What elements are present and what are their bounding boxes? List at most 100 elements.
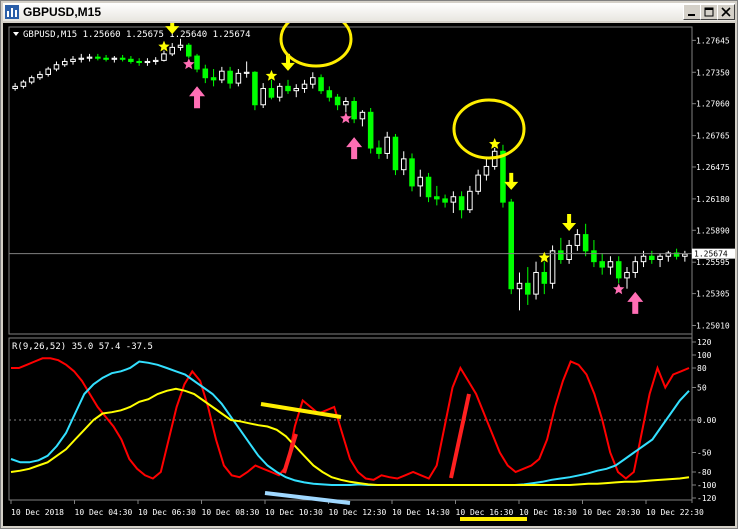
pink-star-icon — [613, 283, 625, 295]
candle-body — [599, 261, 605, 268]
up-arrow-icon — [346, 137, 363, 160]
price-tick-label: 1.25595 — [696, 258, 730, 267]
candle-body — [210, 77, 217, 81]
chart-canvas[interactable]: GBPUSD,M15 1.25660 1.25675 1.25640 1.256… — [3, 23, 735, 526]
indicator-tick-label: 100 — [697, 351, 712, 360]
candle-body — [185, 44, 192, 57]
candle-body — [45, 68, 51, 75]
candle-body — [649, 255, 655, 260]
price-tick-label: 1.26180 — [696, 195, 730, 204]
price-axis-labels: 1.27645 1.27350 1.27060 1.26765 1.26475 1.261… — [692, 36, 730, 331]
indicator-tick-label: 120 — [697, 338, 712, 347]
candle-body — [202, 68, 209, 79]
time-tick-label: 10 Dec 12:30 — [329, 508, 387, 517]
indicator-tick-label: 0.00 — [697, 416, 716, 425]
candle-body — [516, 282, 523, 290]
candle-body — [500, 150, 506, 203]
up-arrow-icon — [189, 86, 206, 109]
candle-body — [53, 64, 60, 70]
candle-body — [28, 77, 35, 83]
chart-window: GBPUSD,M15 GBPUSD,M15 1.25660 1.25675 1.… — [0, 0, 738, 529]
time-tick-label: 10 Dec 16:30 — [456, 508, 514, 517]
annotation-circle-1 — [279, 23, 353, 68]
candle-body — [409, 158, 415, 187]
candle-body — [318, 77, 324, 92]
time-tick-label: 10 Dec 04:30 — [75, 508, 133, 517]
candle-body — [260, 88, 266, 106]
indicator-tick-label: -50 — [697, 449, 712, 458]
candle-body — [252, 71, 258, 106]
candle-body — [582, 234, 589, 252]
candle-body — [400, 158, 407, 171]
indicator-line-cyan — [10, 360, 690, 486]
candle-body — [95, 56, 101, 59]
maximize-icon — [704, 7, 714, 17]
candle-body — [367, 111, 374, 149]
indicator-panel-frame — [8, 337, 693, 501]
candle-body — [359, 111, 366, 120]
annotation-red-stroke-2 — [449, 393, 471, 479]
candle-body — [351, 101, 357, 120]
candle-body — [219, 70, 225, 81]
candle-body — [268, 88, 275, 98]
candle-body — [111, 57, 118, 60]
candle-body — [607, 261, 614, 268]
candle-body — [574, 234, 581, 246]
indicator-axis-labels: 120 100 80 50 0.00 -50 -80 -100 -120 — [9, 338, 716, 503]
candle-body — [334, 96, 341, 106]
indicator-line-red — [11, 357, 690, 481]
price-tick-label: 1.26765 — [696, 132, 730, 141]
indicator-lines — [10, 357, 690, 486]
time-tick-label: 10 Dec 08:30 — [202, 508, 260, 517]
candle-body — [128, 58, 134, 62]
price-tick-label: 1.27645 — [696, 36, 730, 45]
candle-body — [37, 73, 43, 79]
candle-body — [591, 250, 597, 263]
minimize-icon — [688, 14, 695, 16]
current-price-label: 1.25674 — [694, 250, 728, 259]
candle-body — [384, 136, 390, 154]
time-tick-label: 10 Dec 18:30 — [519, 508, 577, 517]
candle-body — [425, 176, 432, 198]
candle-body — [194, 55, 200, 70]
candle-body — [376, 147, 382, 154]
chart-area[interactable]: GBPUSD,M15 1.25660 1.25675 1.25640 1.256… — [3, 23, 735, 526]
indicator-line-yellow — [10, 387, 690, 486]
candle-body — [301, 83, 308, 90]
time-tick-label: 10 Dec 22:30 — [646, 508, 704, 517]
yellow-star-icon — [158, 40, 170, 52]
candle-body — [86, 56, 93, 59]
down-arrow-icon — [504, 172, 519, 190]
close-icon — [721, 7, 731, 17]
minimize-button[interactable] — [683, 4, 701, 20]
title-bar[interactable]: GBPUSD,M15 — [3, 3, 735, 21]
candle-body — [682, 253, 688, 257]
pink-star-icon — [183, 58, 195, 70]
candle-body — [276, 85, 283, 98]
maximize-button[interactable] — [700, 4, 718, 20]
candle-body — [144, 60, 151, 64]
candle-body — [177, 44, 184, 48]
annotation-circle-2 — [452, 98, 526, 160]
close-button[interactable] — [717, 4, 735, 20]
indicator-tick-label: 80 — [697, 364, 707, 373]
candle-body — [293, 88, 300, 92]
candle-body — [549, 250, 556, 284]
candle-body — [285, 85, 291, 92]
price-tick-label: 1.25010 — [696, 322, 730, 331]
time-axis-labels: 10 Dec 2018 10 Dec 04:30 10 Dec 06:30 10 De… — [10, 500, 704, 517]
candle-body — [78, 57, 85, 60]
candle-body — [533, 271, 539, 295]
candle-body — [227, 70, 233, 84]
candle-body — [434, 196, 440, 200]
candle-body — [450, 196, 457, 203]
candle-body — [442, 198, 448, 203]
candle-body — [458, 196, 465, 211]
yellow-star-icon — [265, 69, 278, 81]
candle-body — [640, 255, 647, 263]
indicator-tick-label: -120 — [697, 494, 716, 503]
candle-body — [310, 77, 316, 85]
indicator-panel-header: R(9,26,52) 35.0 57.4 -37.5 — [12, 342, 153, 352]
price-tick-label: 1.25890 — [696, 226, 730, 235]
indicator-tick-label: -100 — [697, 481, 716, 490]
